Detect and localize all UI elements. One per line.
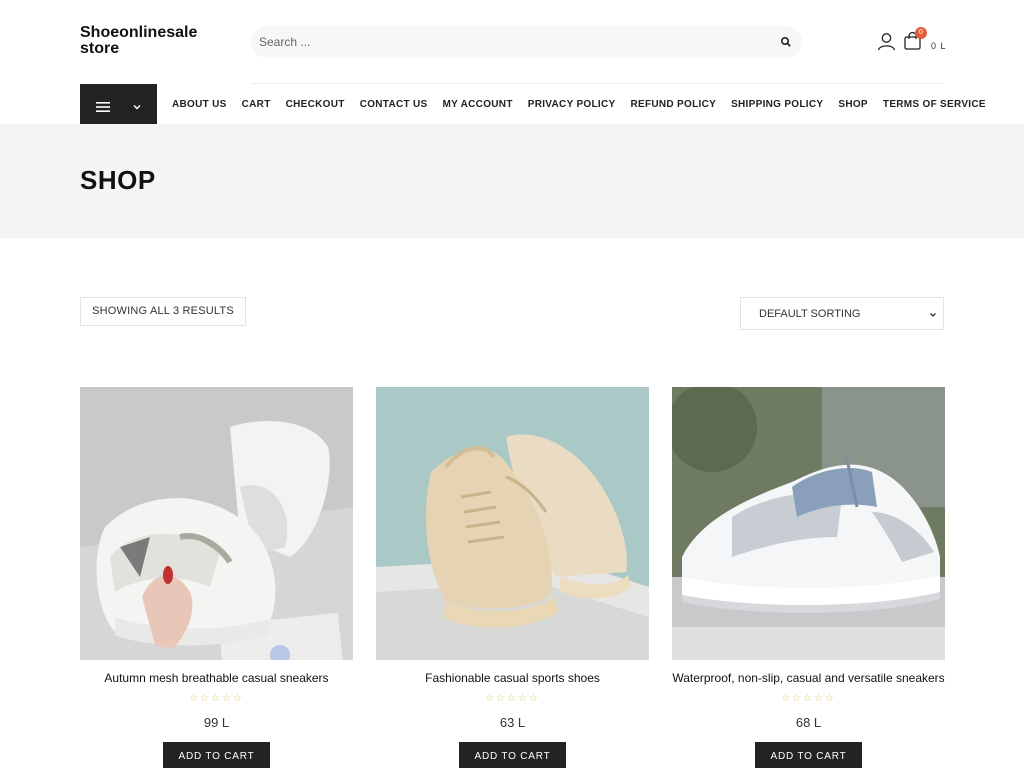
user-account-icon[interactable] [877,32,896,51]
nav-links: ABOUT US CART CHECKOUT CONTACT US MY ACC… [172,84,986,124]
search-icon[interactable] [778,34,794,50]
nav-shipping-policy[interactable]: SHIPPING POLICY [731,99,823,110]
product-title[interactable]: Autumn mesh breathable casual sneakers [80,671,353,685]
header-cart[interactable]: 0 0 L [903,27,947,56]
sort-selected-value: DEFAULT SORTING [759,308,861,320]
add-to-cart-button[interactable]: ADD TO CART [163,742,270,768]
main-navigation: ABOUT US CART CHECKOUT CONTACT US MY ACC… [0,84,1024,124]
page-title: SHOP [80,165,156,195]
nav-privacy-policy[interactable]: PRIVACY POLICY [528,99,616,110]
cart-total: 0 L [931,41,947,51]
product-card: Autumn mesh breathable casual sneakers ☆… [80,387,353,768]
nav-refund-policy[interactable]: REFUND POLICY [630,99,716,110]
site-brand[interactable]: Shoeonlinesale store [80,25,230,57]
add-to-cart-button[interactable]: ADD TO CART [755,742,862,768]
chevron-down-icon [132,99,142,110]
chevron-down-icon [929,310,937,318]
result-count: SHOWING ALL 3 RESULTS [80,297,246,326]
nav-my-account[interactable]: MY ACCOUNT [443,99,513,110]
product-rating: ☆☆☆☆☆ [781,693,836,704]
product-title[interactable]: Waterproof, non-slip, casual and versati… [672,671,945,685]
nav-about-us[interactable]: ABOUT US [172,99,227,110]
search-input[interactable] [259,26,759,58]
product-card: Waterproof, non-slip, casual and versati… [672,387,945,768]
nav-terms-of-service[interactable]: TERMS OF SERVICE [883,99,986,110]
nav-checkout[interactable]: CHECKOUT [286,99,345,110]
nav-contact-us[interactable]: CONTACT US [360,99,428,110]
site-header: Shoeonlinesale store 0 0 L [0,0,1024,84]
product-image[interactable] [80,387,353,660]
product-price: 68 L [795,715,822,730]
page-title-banner: SHOP [0,124,1024,238]
product-price: 63 L [499,715,526,730]
nav-cart[interactable]: CART [242,99,271,110]
cart-count-badge: 0 [915,27,927,39]
product-rating: ☆☆☆☆☆ [189,693,244,704]
category-menu-toggle[interactable] [80,84,157,124]
product-title[interactable]: Fashionable casual sports shoes [376,671,649,685]
sort-select[interactable]: DEFAULT SORTING [740,297,944,330]
nav-shop[interactable]: SHOP [838,99,868,110]
product-rating: ☆☆☆☆☆ [485,693,540,704]
product-image[interactable] [672,387,945,660]
product-price: 99 L [203,715,230,730]
hamburger-icon [96,99,110,112]
add-to-cart-button[interactable]: ADD TO CART [459,742,566,768]
search-bar [251,26,802,58]
product-image[interactable] [376,387,649,660]
product-card: Fashionable casual sports shoes ☆☆☆☆☆ 63… [376,387,649,768]
